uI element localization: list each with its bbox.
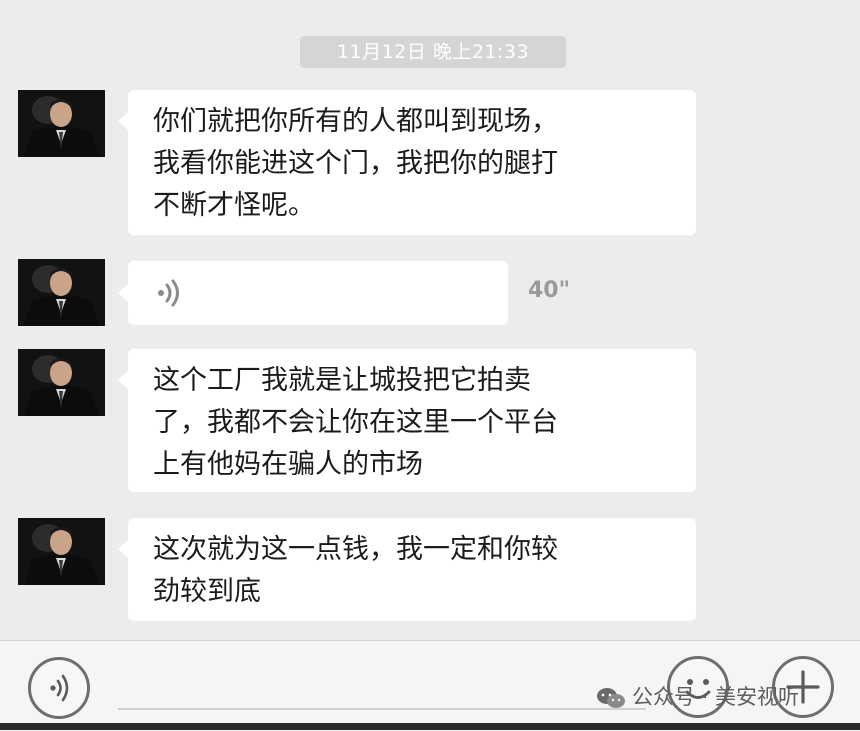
wechat-logo-icon [597,688,625,708]
message-input-field[interactable] [118,708,646,710]
avatar[interactable] [18,90,105,157]
avatar[interactable] [18,518,105,585]
message-line: 你们就把你所有的人都叫到现场， [153,106,558,137]
message-line: 我看你能进这个门，我把你的腿打 [153,148,558,179]
watermark: 公众号 · 美安视听 [596,683,799,711]
message-line: 这次就为这一点钱，我一定和你较 [153,534,558,565]
voice-duration: 40" [528,278,571,303]
voice-wave-icon [158,279,179,307]
message-line: 不断才怪呢。 [153,190,315,221]
message-line: 了，我都不会让你在这里一个平台 [153,407,558,438]
avatar[interactable] [18,349,105,416]
message-line: 上有他妈在骗人的市场 [153,449,423,480]
voice-toggle-button[interactable] [28,657,90,719]
avatar[interactable] [18,259,105,326]
message-line: 劲较到底 [153,576,261,607]
voice-icon [50,674,69,702]
message-bubble[interactable]: 这个工厂我就是让城投把它拍卖 了，我都不会让你在这里一个平台 上有他妈在骗人的市… [118,349,696,492]
screen-bottom-edge [0,723,860,730]
chat-timestamp: 11月12日 晚上21:33 [300,36,566,68]
watermark-text: 公众号 · 美安视听 [632,685,800,709]
message-line: 这个工厂我就是让城投把它拍卖 [153,365,531,396]
voice-message-bubble[interactable] [118,261,508,325]
message-bubble[interactable]: 你们就把你所有的人都叫到现场， 我看你能进这个门，我把你的腿打 不断才怪呢。 [118,90,696,235]
message-bubble[interactable]: 这次就为这一点钱，我一定和你较 劲较到底 [118,518,696,621]
